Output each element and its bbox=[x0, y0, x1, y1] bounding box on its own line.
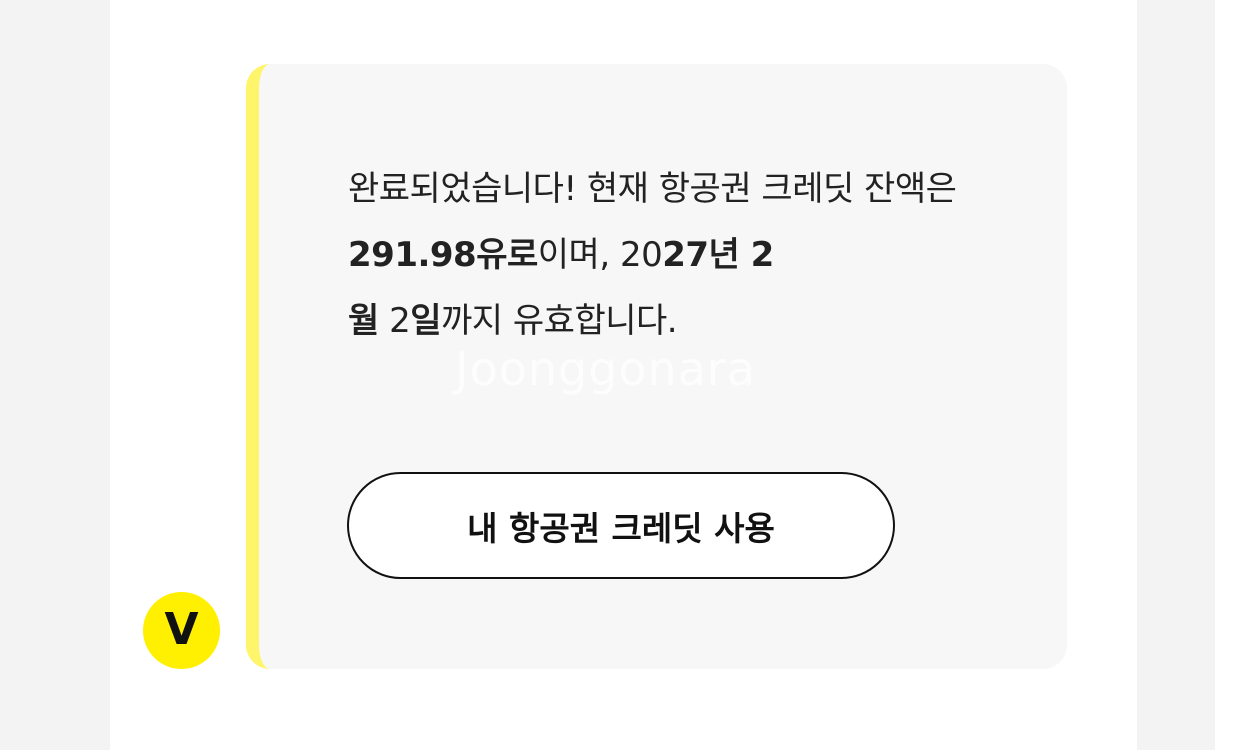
message-text-part3: 까지 유효합니다. bbox=[441, 301, 678, 341]
use-credit-button[interactable]: 내 항공권 크레딧 사용 bbox=[347, 472, 895, 579]
message-text-part1: 완료되었습니다! 현재 항공권 크레딧 잔액은 bbox=[348, 169, 957, 209]
expiry-day-number: 2 bbox=[378, 301, 411, 341]
message-text: 완료되었습니다! 현재 항공권 크레딧 잔액은 291.98유로이며, 2027… bbox=[348, 156, 998, 354]
credit-currency: 유로 bbox=[476, 235, 538, 275]
credit-amount: 291.98 bbox=[348, 235, 477, 275]
message-bubble: Joonggonara 완료되었습니다! 현재 항공권 크레딧 잔액은 291.… bbox=[246, 64, 1067, 669]
expiry-year-unit: 년 2 bbox=[708, 235, 775, 275]
avatar-letter: V bbox=[164, 604, 199, 655]
right-panel bbox=[1215, 0, 1247, 750]
message-text-part2: 이며, 20 bbox=[537, 235, 663, 275]
expiry-year-digits: 27 bbox=[662, 235, 709, 275]
expiry-day-unit: 일 bbox=[410, 301, 442, 341]
expiry-month-unit: 월 bbox=[348, 301, 379, 341]
bot-avatar: V bbox=[143, 592, 220, 669]
